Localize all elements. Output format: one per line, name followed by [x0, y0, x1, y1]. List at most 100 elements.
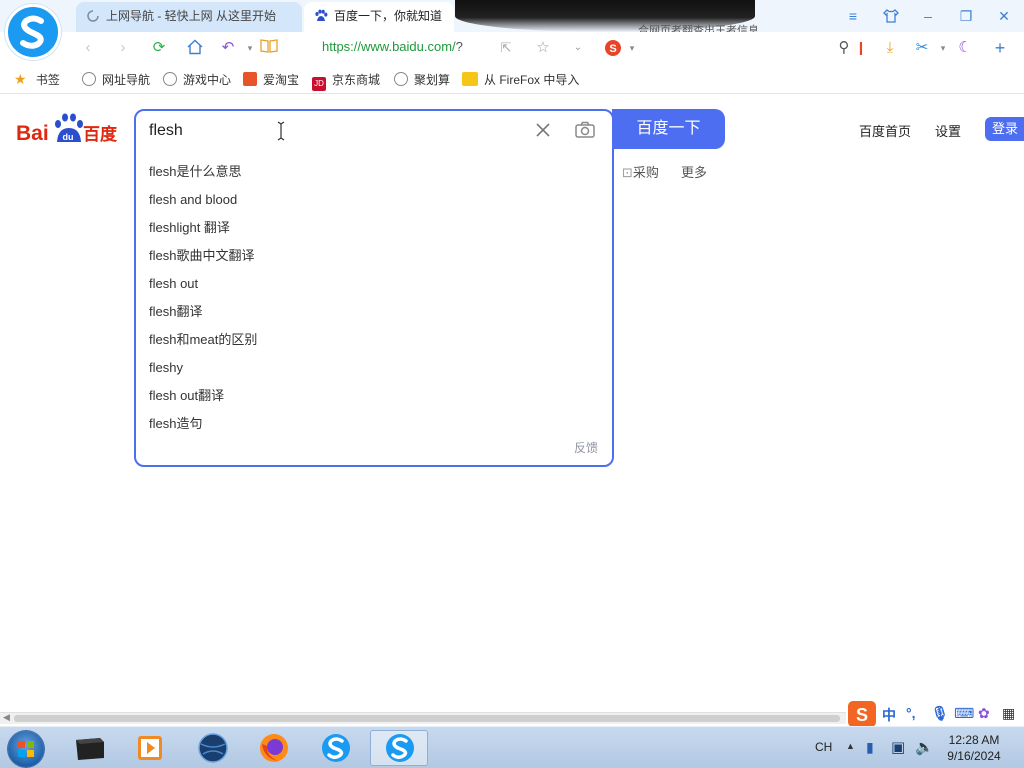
- suggestion-item[interactable]: flesh out: [149, 274, 257, 302]
- suggestion-item[interactable]: flesh是什么意思: [149, 162, 257, 190]
- taskbar-globe-icon[interactable]: [193, 730, 233, 766]
- download-icon[interactable]: ⤓: [880, 38, 900, 58]
- more-link[interactable]: 更多: [681, 162, 707, 181]
- ime-mode-label[interactable]: 中: [882, 705, 896, 725]
- suggestion-item[interactable]: flesh翻译: [149, 302, 257, 330]
- scroll-left-icon[interactable]: ◀: [3, 712, 10, 723]
- bookmark-label: 游戏中心: [183, 73, 232, 87]
- restore-icon[interactable]: ❐: [956, 6, 976, 26]
- tab-navigation[interactable]: 上网导航 - 轻快上网 从这里开始: [76, 2, 302, 32]
- baidu-paw-icon: [315, 9, 328, 21]
- search-input[interactable]: flesh: [149, 122, 183, 140]
- suggestion-item[interactable]: fleshlight 翻译: [149, 218, 257, 246]
- tab-baidu[interactable]: 百度一下，你就知道: [304, 2, 454, 32]
- network-icon[interactable]: ▣: [891, 738, 905, 756]
- bookmark-nav[interactable]: 网址导航: [82, 71, 150, 88]
- bookmark-jd[interactable]: JD 京东商城: [312, 71, 380, 91]
- forward-icon[interactable]: ›: [113, 38, 133, 58]
- url-host: https://www.baidu.com/: [322, 39, 456, 54]
- close-icon[interactable]: ✕: [994, 6, 1014, 26]
- keyboard-icon[interactable]: ⌨: [954, 705, 974, 722]
- reader-icon[interactable]: [259, 38, 279, 58]
- svg-text:Bai: Bai: [16, 122, 49, 145]
- suggestion-item[interactable]: flesh和meat的区别: [149, 330, 257, 358]
- microphone-icon[interactable]: 🎙: [931, 705, 949, 722]
- start-button[interactable]: [8, 731, 44, 767]
- skin-box-icon[interactable]: ✿: [978, 705, 990, 722]
- text-cursor-icon: [277, 121, 285, 141]
- bookmark-taobao[interactable]: 爱淘宝: [243, 71, 299, 88]
- clock-time: 12:28 AM: [948, 733, 1000, 747]
- shopping-link[interactable]: ⊡采购: [622, 162, 659, 181]
- shopping-label: 采购: [632, 165, 659, 180]
- home-icon[interactable]: [185, 38, 205, 58]
- tab-bar: 上网导航 - 轻快上网 从这里开始 百度一下，你就知道 合网页者翻查出王者信息 …: [0, 0, 1024, 37]
- suggestion-item[interactable]: flesh out翻译: [149, 386, 257, 414]
- scissors-dropdown-icon[interactable]: ▾: [933, 38, 953, 58]
- tab-title: 百度一下，你就知道: [334, 9, 443, 23]
- taskbar-terminal-icon[interactable]: [70, 730, 110, 766]
- tray-device-icon[interactable]: ▮: [866, 739, 874, 756]
- taskbar: CH ▲ ▮ ▣ 🔈 12:28 AM 9/16/2024: [0, 726, 1024, 768]
- taskbar-sogou-browser-icon[interactable]: [316, 730, 356, 766]
- favorite-star-icon[interactable]: ☆: [533, 38, 553, 58]
- bookmark-label: 聚划算: [414, 73, 451, 87]
- skin-icon[interactable]: [881, 6, 901, 26]
- back-icon[interactable]: ‹: [78, 38, 98, 58]
- sogou-small-icon[interactable]: ❙: [851, 38, 871, 58]
- browser-logo[interactable]: [5, 4, 61, 60]
- volume-icon[interactable]: 🔈: [915, 738, 934, 756]
- search-button[interactable]: 百度一下: [612, 109, 725, 149]
- taskbar-sogou-browser-active[interactable]: [370, 730, 428, 766]
- undo-icon[interactable]: ↶: [218, 38, 238, 58]
- bookmark-import-firefox[interactable]: 从 FireFox 中导入: [462, 71, 579, 88]
- suggestion-item[interactable]: flesh造句: [149, 414, 257, 442]
- settings-link[interactable]: 设置: [935, 121, 961, 140]
- baidu-home-link[interactable]: 百度首页: [859, 121, 911, 140]
- scissors-icon[interactable]: ✂: [912, 38, 932, 58]
- globe-icon: [82, 72, 96, 86]
- svg-text:du: du: [63, 132, 74, 142]
- bookmark-games[interactable]: 游戏中心: [163, 71, 231, 88]
- url-dropdown-icon[interactable]: ⌄: [568, 38, 588, 58]
- address-bar[interactable]: https://www.baidu.com/?: [322, 39, 463, 54]
- bookmark-label: 从 FireFox 中导入: [484, 73, 580, 87]
- suggestion-item[interactable]: flesh歌曲中文翻译: [149, 246, 257, 274]
- bookmark-favorites[interactable]: ★ 书签: [14, 71, 60, 88]
- add-icon[interactable]: +: [990, 38, 1010, 58]
- suggestion-item[interactable]: flesh and blood: [149, 190, 257, 218]
- suggestion-item[interactable]: fleshy: [149, 358, 257, 386]
- folder-icon: [462, 72, 478, 86]
- minimize-icon[interactable]: –: [918, 6, 938, 26]
- ime-menu-icon[interactable]: ▦: [1002, 705, 1015, 722]
- refresh-icon[interactable]: ⟳: [149, 38, 169, 58]
- share-icon[interactable]: ⇱: [496, 38, 516, 58]
- bookmark-juhuasuan[interactable]: 聚划算: [394, 71, 450, 88]
- ime-toolbar: S 中 °, 🎙 ⌨ ✿ ▦: [846, 700, 1024, 728]
- search-box[interactable]: flesh flesh是什么意思 flesh and blood fleshli…: [134, 109, 614, 467]
- undo-dropdown-icon[interactable]: ▾: [240, 38, 260, 58]
- tab-title: 上网导航 - 轻快上网 从这里开始: [106, 9, 276, 23]
- scrollbar-thumb[interactable]: [14, 715, 840, 722]
- language-indicator[interactable]: CH: [815, 740, 832, 754]
- engine-dropdown-icon[interactable]: ▾: [622, 38, 642, 58]
- clock[interactable]: 12:28 AM 9/16/2024: [938, 732, 1010, 764]
- camera-icon[interactable]: [574, 120, 596, 140]
- night-mode-icon[interactable]: ☾: [955, 38, 975, 58]
- feedback-link[interactable]: 反馈: [574, 439, 598, 456]
- taskbar-firefox-icon[interactable]: [254, 730, 294, 766]
- taskbar-media-player-icon[interactable]: [130, 730, 170, 766]
- url-rest: ?: [455, 39, 463, 54]
- bookmark-label: 爱淘宝: [263, 73, 300, 87]
- screen: 上网导航 - 轻快上网 从这里开始 百度一下，你就知道 合网页者翻查出王者信息 …: [0, 0, 1024, 768]
- clock-date: 9/16/2024: [947, 749, 1001, 763]
- menu-icon[interactable]: ≡: [843, 6, 863, 26]
- login-button[interactable]: 登录: [985, 117, 1024, 141]
- punctuation-icon[interactable]: °,: [906, 705, 916, 721]
- show-hidden-icons-icon[interactable]: ▲: [846, 741, 855, 751]
- sogou-search-icon[interactable]: S: [604, 38, 624, 58]
- clear-icon[interactable]: [534, 121, 552, 139]
- baidu-logo[interactable]: Bai du 百度: [16, 112, 120, 146]
- globe-icon: [163, 72, 177, 86]
- svg-text:S: S: [856, 705, 868, 725]
